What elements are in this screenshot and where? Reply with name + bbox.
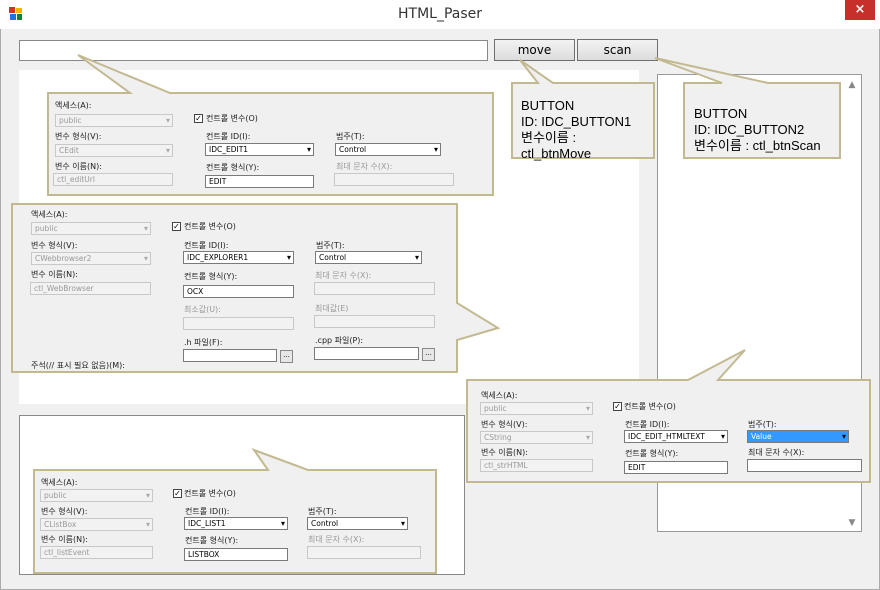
control-id-select[interactable]: IDC_LIST1 ▾ xyxy=(184,517,288,530)
var-name-field: ctl_editUrl xyxy=(53,173,173,186)
access-select: public ▾ xyxy=(40,489,153,502)
var-name-label: 변수 이름(N): xyxy=(41,535,88,544)
max-chars-field[interactable] xyxy=(747,459,862,472)
access-label: 액세스(A): xyxy=(31,210,68,219)
control-id-label: 컨트롤 ID(I): xyxy=(206,132,251,141)
category-label: 범주(T): xyxy=(748,420,777,429)
control-type-label: 컨트롤 형식(Y): xyxy=(206,163,260,172)
control-id-label: 컨트롤 ID(I): xyxy=(185,507,230,516)
max-chars-label: 최대 문자 수(X): xyxy=(336,162,393,171)
control-var-label: 컨트롤 변수(O) xyxy=(184,489,236,498)
control-id-select[interactable]: IDC_EDIT_HTMLTEXT ▾ xyxy=(624,430,728,443)
category-select[interactable]: Value ▾ xyxy=(747,430,849,443)
var-type-select: CListBox ▾ xyxy=(40,518,153,531)
control-id-label: 컨트롤 ID(I): xyxy=(184,241,229,250)
control-var-label: 컨트롤 변수(O) xyxy=(184,222,236,231)
scan-note: BUTTON ID: IDC_BUTTON2 변수이름 : ctl_btnSca… xyxy=(694,106,821,153)
cpp-file-browse-button[interactable]: ... xyxy=(422,348,435,361)
category-select[interactable]: Control ▾ xyxy=(307,517,408,530)
var-type-label: 변수 형식(V): xyxy=(31,241,78,250)
var-type-label: 변수 형식(V): xyxy=(41,507,88,516)
h-file-field[interactable] xyxy=(183,349,277,362)
max-chars-field xyxy=(314,282,435,295)
access-label: 액세스(A): xyxy=(481,391,518,400)
h-file-browse-button[interactable]: ... xyxy=(280,350,293,363)
category-label: 범주(T): xyxy=(316,241,345,250)
min-value-label: 최소값(U): xyxy=(184,305,221,314)
max-chars-field xyxy=(307,546,421,559)
var-type-select: CEdit ▾ xyxy=(55,144,173,157)
comment-label: 주석(// 표시 필요 없음)(M): xyxy=(31,361,125,370)
var-name-label: 변수 이름(N): xyxy=(55,162,102,171)
var-name-field: ctl_listEvent xyxy=(40,546,153,559)
max-chars-label: 최대 문자 수(X): xyxy=(315,271,372,280)
control-id-select[interactable]: IDC_EDIT1 ▾ xyxy=(205,143,314,156)
var-name-label: 변수 이름(N): xyxy=(481,448,528,457)
var-name-field: ctl_strHTML xyxy=(480,459,593,472)
access-select: public ▾ xyxy=(480,402,593,415)
access-label: 액세스(A): xyxy=(41,478,78,487)
control-var-checkbox[interactable]: ✓ xyxy=(613,402,622,411)
max-value-field xyxy=(314,315,435,328)
category-label: 범주(T): xyxy=(336,132,365,141)
max-value-label: 최대값(E) xyxy=(315,304,349,313)
control-var-checkbox[interactable]: ✓ xyxy=(173,489,182,498)
max-chars-label: 최대 문자 수(X): xyxy=(748,448,805,457)
control-type-label: 컨트롤 형식(Y): xyxy=(184,272,238,281)
access-label: 액세스(A): xyxy=(55,101,92,110)
cpp-file-label: .cpp 파일(P): xyxy=(315,336,364,345)
var-type-label: 변수 형식(V): xyxy=(481,420,528,429)
var-type-select: CWebbrowser2 ▾ xyxy=(31,252,151,265)
var-type-label: 변수 형식(V): xyxy=(55,132,102,141)
category-select[interactable]: Control ▾ xyxy=(335,143,441,156)
control-var-label: 컨트롤 변수(O) xyxy=(624,402,676,411)
h-file-label: .h 파일(F): xyxy=(184,338,223,347)
control-var-checkbox[interactable]: ✓ xyxy=(172,222,181,231)
min-value-field xyxy=(183,317,294,330)
max-chars-field xyxy=(334,173,454,186)
access-select: public ▾ xyxy=(31,222,151,235)
control-id-label: 컨트롤 ID(I): xyxy=(625,420,670,429)
max-chars-label: 최대 문자 수(X): xyxy=(308,535,365,544)
var-type-select: CString ▾ xyxy=(480,431,593,444)
control-var-checkbox[interactable]: ✓ xyxy=(194,114,203,123)
control-var-label: 컨트롤 변수(O) xyxy=(206,114,258,123)
control-type-field[interactable]: EDIT xyxy=(624,461,728,474)
move-note: BUTTON ID: IDC_BUTTON1 변수이름 : ctl_btnMov… xyxy=(521,98,632,161)
category-select[interactable]: Control ▾ xyxy=(315,251,422,264)
access-select: public ▾ xyxy=(55,114,173,127)
control-type-field[interactable]: LISTBOX xyxy=(184,548,288,561)
category-label: 범주(T): xyxy=(308,507,337,516)
control-type-field[interactable]: EDIT xyxy=(205,175,314,188)
control-type-field[interactable]: OCX xyxy=(183,285,294,298)
cpp-file-field[interactable] xyxy=(314,347,419,360)
control-type-label: 컨트롤 형식(Y): xyxy=(185,536,239,545)
var-name-label: 변수 이름(N): xyxy=(31,270,78,279)
control-type-label: 컨트롤 형식(Y): xyxy=(625,449,679,458)
control-id-select[interactable]: IDC_EXPLORER1 ▾ xyxy=(183,251,294,264)
var-name-field: ctl_WebBrowser xyxy=(30,282,151,295)
